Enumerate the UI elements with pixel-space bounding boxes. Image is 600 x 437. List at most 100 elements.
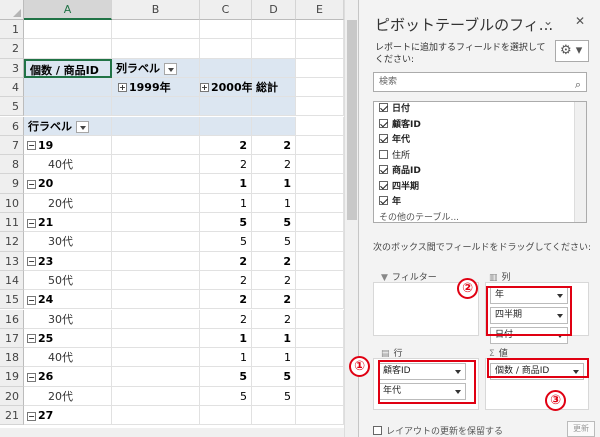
gear-icon[interactable]: ⚙ ▾ bbox=[555, 40, 589, 62]
cell-e21[interactable] bbox=[296, 406, 344, 426]
update-button[interactable]: 更新 bbox=[567, 421, 595, 437]
column-header-c[interactable]: C bbox=[200, 0, 252, 20]
cell-a16[interactable]: 30代 bbox=[24, 309, 112, 329]
cell-b15[interactable] bbox=[112, 290, 200, 310]
close-icon[interactable]: ✕ bbox=[575, 14, 585, 28]
collapse-icon[interactable]: − bbox=[27, 218, 36, 228]
row-number[interactable]: 7 bbox=[0, 135, 24, 156]
cell-c8[interactable]: 2 bbox=[200, 155, 252, 175]
cell-b18[interactable] bbox=[112, 348, 200, 368]
cell-b1[interactable] bbox=[112, 20, 200, 40]
row-number[interactable]: 4 bbox=[0, 77, 24, 98]
cell-a3[interactable]: 個数 / 商品ID bbox=[24, 58, 112, 78]
field-item[interactable]: 年代 bbox=[374, 133, 586, 149]
cell-d9[interactable]: 1 bbox=[252, 174, 296, 194]
cell-c20[interactable]: 5 bbox=[200, 386, 252, 406]
cell-b11[interactable] bbox=[112, 213, 200, 233]
row-number[interactable]: 6 bbox=[0, 116, 24, 136]
cell-b17[interactable] bbox=[112, 328, 200, 349]
cell-a19[interactable]: −26 bbox=[24, 367, 112, 387]
spreadsheet-grid[interactable]: ABCDE 1 2 3 個数 / 商品ID 列ラベル 4 +1999年 +2000年 総計 5 6 行… bbox=[0, 0, 358, 437]
cell-d10[interactable]: 1 bbox=[252, 193, 296, 213]
cell-c4[interactable]: +2000年 bbox=[200, 77, 253, 98]
cell-c12[interactable]: 5 bbox=[200, 232, 252, 252]
cell-e20[interactable] bbox=[296, 386, 344, 406]
cell-e14[interactable] bbox=[296, 270, 344, 291]
expand-icon[interactable]: + bbox=[118, 83, 127, 93]
field-item[interactable]: 商品ID bbox=[374, 164, 586, 180]
cell-a17[interactable]: −25 bbox=[24, 328, 112, 349]
cell-c2[interactable] bbox=[200, 39, 252, 59]
field-checkbox[interactable] bbox=[379, 165, 388, 174]
row-number[interactable]: 11 bbox=[0, 213, 24, 233]
cell-c3[interactable] bbox=[200, 58, 252, 78]
collapse-icon[interactable]: − bbox=[27, 257, 36, 267]
pane-options-dropdown-icon[interactable]: ⌄ bbox=[543, 14, 553, 28]
cell-c18[interactable]: 1 bbox=[200, 348, 252, 368]
cell-c1[interactable] bbox=[200, 20, 252, 40]
cell-c6[interactable] bbox=[200, 116, 252, 136]
field-checkbox[interactable] bbox=[379, 118, 388, 128]
cell-b2[interactable] bbox=[112, 39, 200, 59]
cell-c11[interactable]: 5 bbox=[200, 213, 252, 233]
cell-d4[interactable]: 総計 bbox=[252, 77, 296, 98]
field-checkbox[interactable] bbox=[379, 196, 388, 205]
cell-a12[interactable]: 30代 bbox=[24, 232, 112, 252]
cell-b16[interactable] bbox=[112, 309, 200, 329]
cell-e9[interactable] bbox=[296, 174, 344, 194]
row-number[interactable]: 16 bbox=[0, 309, 24, 329]
cell-e5[interactable] bbox=[296, 97, 344, 117]
cell-d1[interactable] bbox=[252, 20, 296, 40]
cell-b5[interactable] bbox=[112, 97, 200, 117]
cell-d6[interactable] bbox=[252, 116, 296, 136]
row-number[interactable]: 20 bbox=[0, 386, 24, 406]
field-checkbox[interactable] bbox=[379, 180, 388, 190]
cell-b7[interactable] bbox=[112, 135, 200, 156]
field-item[interactable]: 年 bbox=[374, 195, 586, 211]
cell-c13[interactable]: 2 bbox=[200, 251, 252, 271]
row-labels-filter-dropdown[interactable] bbox=[76, 120, 89, 133]
cell-a13[interactable]: −23 bbox=[24, 251, 112, 271]
cell-a9[interactable]: −20 bbox=[24, 174, 112, 194]
cell-b3[interactable]: 列ラベル bbox=[112, 58, 200, 78]
field-checkbox[interactable] bbox=[379, 134, 388, 143]
field-item[interactable]: 顧客ID bbox=[374, 118, 586, 134]
cell-a1[interactable] bbox=[24, 20, 112, 40]
cell-a11[interactable]: −21 bbox=[24, 213, 112, 233]
cell-c15[interactable]: 2 bbox=[200, 290, 252, 310]
row-number[interactable]: 19 bbox=[0, 367, 24, 387]
cell-b4[interactable]: +1999年 bbox=[112, 77, 200, 98]
expand-icon[interactable]: + bbox=[200, 83, 209, 93]
collapse-icon[interactable]: − bbox=[27, 372, 36, 382]
cell-a15[interactable]: −24 bbox=[24, 290, 112, 310]
row-number[interactable]: 21 bbox=[0, 406, 24, 426]
cell-e7[interactable] bbox=[296, 135, 344, 156]
defer-layout-update-checkbox[interactable]: レイアウトの更新を保留する bbox=[373, 424, 503, 437]
cell-c10[interactable]: 1 bbox=[200, 193, 252, 213]
cell-d15[interactable]: 2 bbox=[252, 290, 296, 310]
cell-e15[interactable] bbox=[296, 290, 344, 310]
row-number[interactable]: 14 bbox=[0, 270, 24, 291]
row-number[interactable]: 15 bbox=[0, 290, 24, 310]
column-header-d[interactable]: D bbox=[252, 0, 296, 20]
cell-a21[interactable]: −27 bbox=[24, 406, 112, 426]
cell-a8[interactable]: 40代 bbox=[24, 155, 112, 175]
cell-d2[interactable] bbox=[252, 39, 296, 59]
cell-d18[interactable]: 1 bbox=[252, 348, 296, 368]
cell-e12[interactable] bbox=[296, 232, 344, 252]
cell-d8[interactable]: 2 bbox=[252, 155, 296, 175]
cell-b9[interactable] bbox=[112, 174, 200, 194]
cell-b20[interactable] bbox=[112, 386, 200, 406]
cell-a6[interactable]: 行ラベル bbox=[24, 116, 112, 136]
cell-e8[interactable] bbox=[296, 155, 344, 175]
cell-b14[interactable] bbox=[112, 270, 200, 291]
cell-d11[interactable]: 5 bbox=[252, 213, 296, 233]
collapse-icon[interactable]: − bbox=[27, 179, 36, 189]
row-number[interactable]: 5 bbox=[0, 97, 24, 117]
cell-d19[interactable]: 5 bbox=[252, 367, 296, 387]
cell-a18[interactable]: 40代 bbox=[24, 348, 112, 368]
cell-c17[interactable]: 1 bbox=[200, 328, 252, 349]
scroll-thumb[interactable] bbox=[347, 20, 357, 220]
row-number[interactable]: 3 bbox=[0, 58, 24, 78]
cell-c9[interactable]: 1 bbox=[200, 174, 252, 194]
